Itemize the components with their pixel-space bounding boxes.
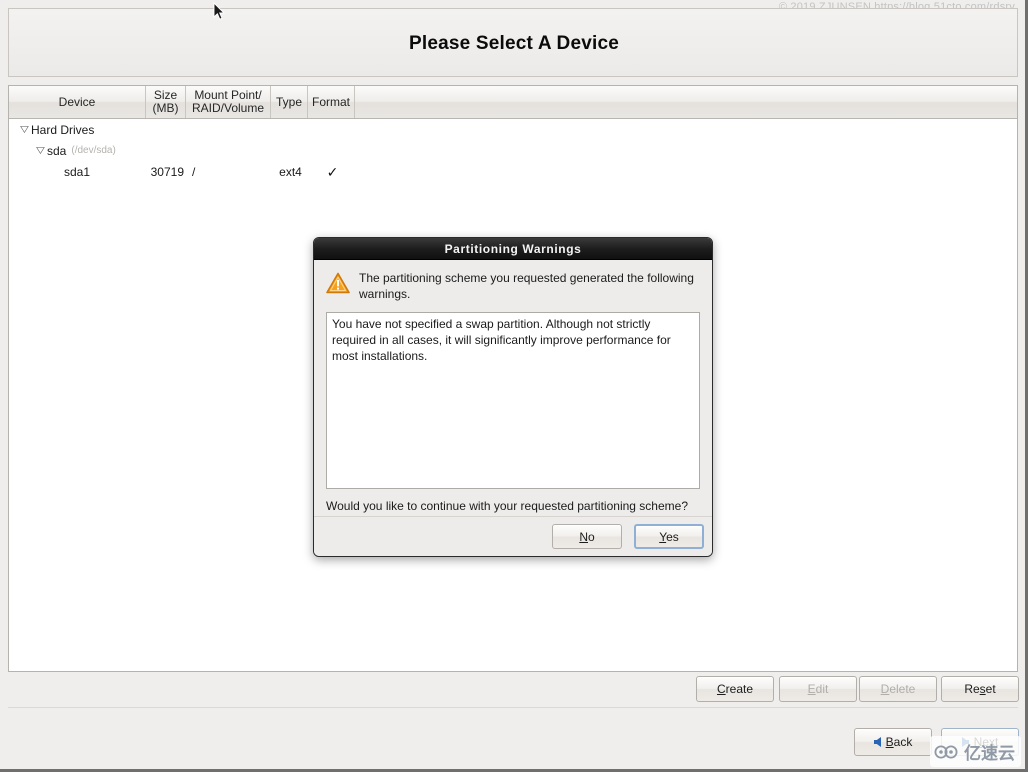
column-header-size[interactable]: Size (MB) xyxy=(146,86,186,118)
navigation-bar: Back Next xyxy=(8,712,1019,762)
yes-button[interactable]: Yes xyxy=(634,524,704,549)
dialog-message: The partitioning scheme you requested ge… xyxy=(359,271,694,301)
delete-button-label-post: elete xyxy=(889,682,916,696)
device-label: sda1 xyxy=(64,164,91,179)
device-path-label: (/dev/sda) xyxy=(71,145,116,156)
watermark-bottom-label: 亿速云 xyxy=(964,744,1015,764)
column-header-format[interactable]: Format xyxy=(308,86,355,118)
device-cell[interactable]: ▽ Hard Drives xyxy=(9,123,147,137)
table-row[interactable]: sda1 30719 / ext4 ✓ xyxy=(9,161,1017,182)
edit-button-mnemonic: E xyxy=(807,682,816,696)
yes-button-label-post: es xyxy=(666,529,679,544)
table-body: ▽ Hard Drives ▽ sda (/dev/sda) sda1 3071… xyxy=(9,119,1017,182)
device-label: Hard Drives xyxy=(31,122,95,137)
create-button[interactable]: Create xyxy=(696,676,774,702)
create-button-label-post: reate xyxy=(725,682,754,696)
column-header-filler xyxy=(355,86,1017,118)
column-header-format-label: Format xyxy=(312,94,351,109)
reset-button-label-pre: Re xyxy=(964,682,980,696)
format-checkmark-icon: ✓ xyxy=(326,163,339,180)
column-header-device[interactable]: Device xyxy=(9,86,146,118)
column-header-mount-label-2: RAID/Volume xyxy=(191,101,265,115)
table-header-row: Device Size (MB) Mount Point/ RAID/Volum… xyxy=(9,86,1017,119)
column-header-device-label: Device xyxy=(58,94,96,109)
size-cell: 30719 xyxy=(150,164,184,179)
column-header-size-label-2: (MB) xyxy=(152,101,179,115)
back-button[interactable]: Back xyxy=(854,728,932,756)
dialog-titlebar: Partitioning Warnings xyxy=(314,238,712,260)
partition-action-bar: Create Edit Delete Reset xyxy=(8,676,1019,706)
edit-button: Edit xyxy=(779,676,857,702)
partitioning-warnings-dialog: Partitioning Warnings The partitioning s… xyxy=(313,237,713,557)
mount-cell: / xyxy=(192,164,196,179)
create-button-mnemonic: C xyxy=(716,682,726,696)
no-button[interactable]: No xyxy=(552,524,622,549)
back-button-mnemonic: B xyxy=(885,735,894,749)
table-row[interactable]: ▽ Hard Drives xyxy=(9,119,1017,140)
cloud-logo-icon xyxy=(934,745,958,758)
dialog-detail-textarea[interactable]: You have not specified a swap partition.… xyxy=(326,311,700,489)
column-header-type[interactable]: Type xyxy=(271,86,308,118)
dialog-message-row: The partitioning scheme you requested ge… xyxy=(326,270,700,303)
table-row[interactable]: ▽ sda (/dev/sda) xyxy=(9,140,1017,161)
edit-button-label-post: dit xyxy=(815,682,829,696)
reset-button[interactable]: Reset xyxy=(941,676,1019,702)
arrow-left-icon xyxy=(873,737,881,747)
warning-triangle-icon xyxy=(326,272,350,294)
type-cell: ext4 xyxy=(279,164,302,179)
delete-button: Delete xyxy=(859,676,937,702)
device-label: sda xyxy=(47,143,67,158)
mouse-pointer-icon xyxy=(213,1,226,21)
delete-button-mnemonic: D xyxy=(880,682,890,696)
watermark-bottom-right: 亿速云 xyxy=(930,736,1021,767)
navigation-separator xyxy=(8,707,1018,708)
dialog-action-bar: No Yes xyxy=(314,516,712,556)
header-panel: Please Select A Device xyxy=(8,8,1018,77)
device-cell[interactable]: sda1 xyxy=(9,165,147,179)
dialog-title: Partitioning Warnings xyxy=(444,241,582,256)
expander-triangle-icon[interactable]: ▽ xyxy=(32,146,48,155)
expander-triangle-icon[interactable]: ▽ xyxy=(16,125,32,134)
installer-window: © 2019 ZJUNSEN https://blog.51cto.com/rd… xyxy=(0,0,1028,772)
page-title: Please Select A Device xyxy=(408,33,619,54)
back-button-label-post: ack xyxy=(893,735,913,749)
no-button-label-post: o xyxy=(587,529,595,544)
dialog-body: The partitioning scheme you requested ge… xyxy=(314,260,712,523)
reset-button-label-post: et xyxy=(985,682,996,696)
column-header-mount-point[interactable]: Mount Point/ RAID/Volume xyxy=(186,86,271,118)
device-cell[interactable]: ▽ sda (/dev/sda) xyxy=(9,144,147,158)
no-button-mnemonic: N xyxy=(579,529,588,544)
column-header-type-label: Type xyxy=(275,94,302,109)
